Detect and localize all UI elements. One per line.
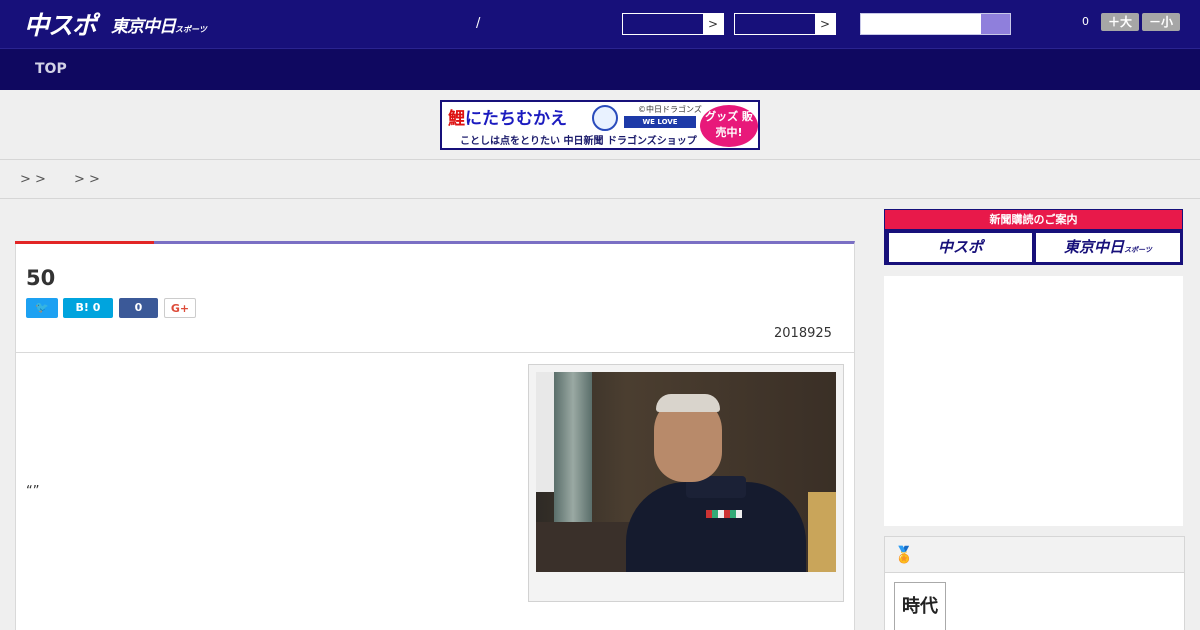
article-card: 50 🐦 B! 0 0 G+ 2018925 “” bbox=[15, 241, 855, 630]
font-size-large-button[interactable]: ＋大 bbox=[1101, 13, 1139, 31]
select-box-2[interactable]: > bbox=[734, 13, 836, 35]
header-count: 0 bbox=[1082, 15, 1089, 28]
photo-window bbox=[536, 372, 554, 492]
photo-curtain bbox=[554, 372, 592, 522]
tokyo-logo-small: スポーツ bbox=[175, 25, 207, 34]
banner-row: 鯉にたちむかえ ことしは点をとりたい 中日新聞 ドラゴンズショップ ©中日ドラゴ… bbox=[0, 90, 1200, 160]
article-divider bbox=[16, 352, 854, 353]
photo-ribbons bbox=[706, 510, 742, 518]
banner-copyright: ©中日ドラゴンズ bbox=[638, 105, 702, 114]
site-header: 中スポ 東京中日スポーツ / > > 0 ＋大 －小 bbox=[0, 0, 1200, 48]
chuspo-logo[interactable]: 中スポ bbox=[24, 6, 97, 40]
chevron-right-icon[interactable]: > bbox=[703, 14, 723, 34]
mascot-icon bbox=[592, 105, 618, 131]
article-date: 2018925 bbox=[774, 326, 832, 341]
goods-badge: グッズ 販売中! bbox=[700, 105, 758, 147]
hatena-bookmark-button[interactable]: B! 0 bbox=[63, 298, 113, 318]
nav-item-top[interactable]: TOP bbox=[35, 61, 67, 77]
chuspo-subscribe-button[interactable]: 中スポ bbox=[889, 233, 1032, 262]
search-input[interactable] bbox=[860, 13, 1011, 35]
photo-chair bbox=[808, 492, 836, 572]
subscription-heading: 新聞購読のご案内 bbox=[885, 210, 1182, 229]
ranking-thumbnail[interactable]: 時代 bbox=[894, 582, 946, 630]
article-accent-bar bbox=[15, 241, 154, 244]
chevron-right-icon[interactable]: > bbox=[815, 14, 835, 34]
facebook-share-button[interactable]: 0 bbox=[119, 298, 158, 318]
tokyo-subscribe-text: 東京中日 bbox=[1064, 238, 1125, 256]
article-photo[interactable] bbox=[536, 372, 836, 572]
article-title: 50 bbox=[26, 266, 56, 290]
subscription-box: 新聞購読のご案内 中スポ 東京中日スポーツ bbox=[884, 209, 1183, 265]
global-nav: TOP bbox=[0, 48, 1200, 90]
article-photo-frame bbox=[528, 364, 844, 602]
dragons-shop-banner[interactable]: 鯉にたちむかえ ことしは点をとりたい 中日新聞 ドラゴンズショップ ©中日ドラゴ… bbox=[440, 100, 760, 150]
google-plus-share-button[interactable]: G+ bbox=[164, 298, 196, 318]
tokyo-subscribe-small: スポーツ bbox=[1124, 246, 1152, 254]
search-button[interactable] bbox=[981, 14, 1010, 34]
ranking-box: 🏅 時代 bbox=[884, 536, 1185, 630]
ranking-header: 🏅 bbox=[885, 537, 1184, 573]
breadcrumb: > > > > bbox=[0, 161, 1200, 199]
breadcrumb-item[interactable]: > > bbox=[20, 172, 46, 187]
select-box-1[interactable]: > bbox=[622, 13, 724, 35]
breadcrumb-item[interactable]: > > bbox=[74, 172, 100, 187]
font-size-small-button[interactable]: －小 bbox=[1142, 13, 1180, 31]
we-love-dragons-label: WE LOVE DRAGONS bbox=[624, 116, 696, 138]
twitter-share-button[interactable]: 🐦 bbox=[26, 298, 58, 318]
photo-hair bbox=[656, 394, 720, 412]
tokyo-logo-text: 東京中日 bbox=[111, 17, 176, 37]
tokyo-chunichi-logo[interactable]: 東京中日スポーツ bbox=[111, 12, 207, 37]
header-slash: / bbox=[476, 16, 481, 31]
medal-icon: 🏅 bbox=[894, 545, 914, 564]
tokyo-subscribe-button[interactable]: 東京中日スポーツ bbox=[1036, 233, 1180, 262]
banner-headline: 鯉にたちむかえ bbox=[448, 109, 567, 129]
sidebar-ad-slot[interactable] bbox=[884, 276, 1183, 526]
article-quote: “” bbox=[26, 484, 40, 499]
